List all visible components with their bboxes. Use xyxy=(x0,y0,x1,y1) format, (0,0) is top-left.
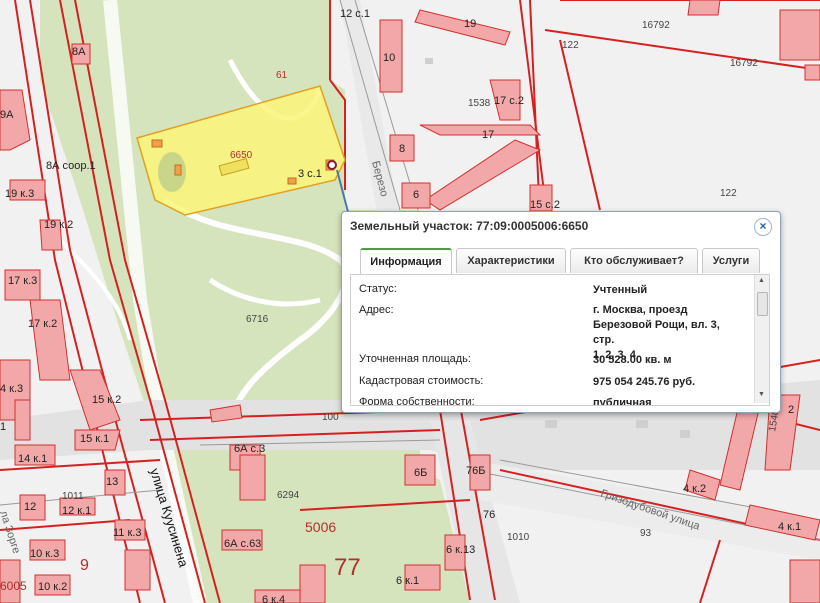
label-12s1: 12 с.1 xyxy=(340,8,370,20)
label-17k3: 17 к.3 xyxy=(8,275,37,287)
label-19k3: 19 к.3 xyxy=(5,188,34,200)
cadastral-cost-value: 975 054 245.76 руб. xyxy=(593,376,696,388)
label-76: 76 xyxy=(483,509,495,521)
status-label: Статус: xyxy=(359,283,397,295)
label-6005: 6005 xyxy=(0,579,27,593)
scroll-up-icon[interactable]: ▲ xyxy=(758,277,765,284)
label-122-b: 122 xyxy=(720,188,737,199)
label-17s2: 17 с.2 xyxy=(494,95,524,107)
label-77: 77 xyxy=(334,554,361,581)
tab-information[interactable]: Информация xyxy=(360,248,452,275)
label-6650: 6650 xyxy=(230,150,253,161)
label-17: 17 xyxy=(482,129,494,141)
area-value: 30 528.00 кв. м xyxy=(593,354,672,366)
scroll-down-icon[interactable]: ▼ xyxy=(758,391,765,398)
scroll-thumb[interactable] xyxy=(757,292,768,316)
label-6as63: 6А с.63 xyxy=(224,538,261,550)
label-19: 19 xyxy=(464,18,476,30)
label-6: 6 xyxy=(413,189,419,201)
label-4k3: 4 к.3 xyxy=(0,383,23,395)
label-15k2: 15 к.2 xyxy=(92,394,121,406)
ownership-value: публичная xyxy=(593,397,652,406)
label-1011: 1011 xyxy=(62,491,84,502)
label-100: 100 xyxy=(322,412,339,423)
label-8a-soor: 8А соор.1 xyxy=(46,160,96,172)
label-5006: 5006 xyxy=(305,519,336,535)
label-12k1: 12 к.1 xyxy=(62,505,91,517)
label-6b: 6Б xyxy=(414,467,427,479)
address-line-2: Березовой Рощи, вл. 3, стр. xyxy=(593,319,720,346)
label-8a: 8А xyxy=(72,46,86,58)
label-3s1: 3 с.1 xyxy=(298,168,322,180)
label-6294: 6294 xyxy=(277,490,300,501)
label-93: 93 xyxy=(640,528,652,539)
label-76b: 76Б xyxy=(466,465,485,477)
parcel-info-popup: Земельный участок: 77:09:0005006:6650 × … xyxy=(341,211,781,413)
label-16792-b: 16792 xyxy=(730,58,758,69)
label-10k3: 10 к.3 xyxy=(30,548,59,560)
area-label: Уточненная площадь: xyxy=(359,353,471,365)
status-value: Учтенный xyxy=(593,284,648,296)
label-9: 9 xyxy=(80,557,89,574)
address-label: Адрес: xyxy=(359,304,394,316)
label-8: 8 xyxy=(399,143,405,155)
scrollbar[interactable]: ▲ ▼ xyxy=(754,275,769,403)
label-13: 13 xyxy=(106,476,118,488)
label-4k2: 4 к.2 xyxy=(683,483,706,495)
label-6k4: 6 к.4 xyxy=(262,594,285,603)
label-1010: 1010 xyxy=(507,532,530,543)
info-panel[interactable]: Статус: Учтенный Адрес: г. Москва, проез… xyxy=(350,274,770,406)
label-1: 1 xyxy=(0,421,6,433)
label-9a: 9А xyxy=(0,109,14,121)
label-15s2: 15 с.2 xyxy=(530,199,560,211)
label-6k13: 6 к.13 xyxy=(446,544,475,556)
label-1538: 1538 xyxy=(468,98,491,109)
label-6as3: 6А с.3 xyxy=(234,443,265,455)
label-2: 2 xyxy=(788,404,794,416)
label-19k2: 19 к.2 xyxy=(44,219,73,231)
label-11k3: 11 к.3 xyxy=(113,527,141,539)
label-6716: 6716 xyxy=(246,314,269,325)
label-14k1: 14 к.1 xyxy=(18,453,47,465)
tab-characteristics[interactable]: Характеристики xyxy=(456,248,566,273)
label-10: 10 xyxy=(383,52,395,64)
close-icon[interactable]: × xyxy=(754,218,772,236)
tab-who-serves[interactable]: Кто обслуживает? xyxy=(570,248,698,273)
label-15k1: 15 к.1 xyxy=(80,433,109,445)
label-61: 61 xyxy=(276,70,288,81)
tab-services[interactable]: Услуги xyxy=(702,248,760,273)
label-122-a: 122 xyxy=(562,40,579,51)
cadastral-cost-label: Кадастровая стоимость: xyxy=(359,375,484,387)
ownership-label: Форма собственности: xyxy=(359,396,475,406)
label-10k2: 10 к.2 xyxy=(38,581,67,593)
marker-icon[interactable] xyxy=(327,160,337,170)
popup-title: Земельный участок: 77:09:0005006:6650 xyxy=(350,219,589,233)
address-line-1: г. Москва, проезд xyxy=(593,304,688,316)
label-6k1: 6 к.1 xyxy=(396,575,419,587)
label-4k1: 4 к.1 xyxy=(778,521,801,533)
label-12: 12 xyxy=(24,501,36,513)
label-17k2: 17 к.2 xyxy=(28,318,57,330)
label-16792-a: 16792 xyxy=(642,20,670,31)
